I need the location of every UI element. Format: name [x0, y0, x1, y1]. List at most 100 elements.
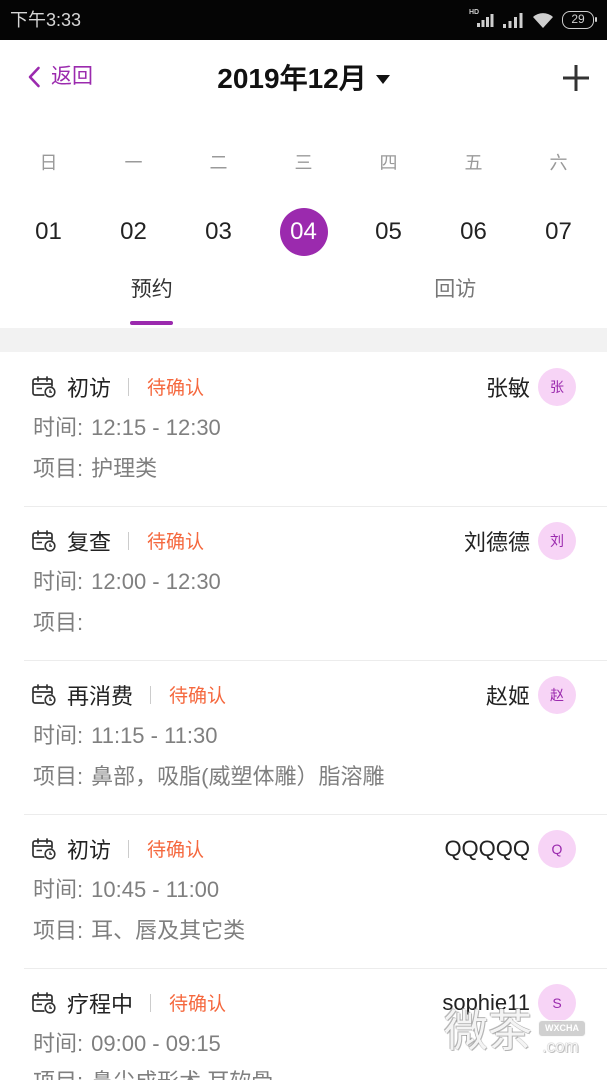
calendar-clock-icon [32, 991, 56, 1014]
appointment-card[interactable]: 再消费 待确认 赵姬 赵 时间: 11:15 - 11:30 项目: 鼻部，吸脂(威… [0, 660, 607, 814]
customer-name: 张敏 [485, 375, 530, 401]
weekday-label: 四 [379, 153, 398, 173]
time-row: 时间: 12:00 - 12:30 [0, 561, 607, 602]
calendar-clock-icon [32, 683, 56, 706]
customer-name: 赵姬 [485, 683, 530, 709]
signal-icon [502, 11, 524, 29]
date-number[interactable]: 05 [365, 208, 413, 256]
time-row: 时间: 10:45 - 11:00 [0, 869, 607, 910]
month-picker[interactable]: 2019年12月 [0, 62, 607, 96]
project-row: 项目: 护理类 [0, 448, 607, 489]
tab-label: 预约 [130, 278, 173, 301]
divider [150, 993, 152, 1012]
watermark-suffix: .com [542, 1037, 579, 1056]
project-label: 项目: [33, 918, 84, 943]
customer-name: 刘德德 [463, 529, 530, 555]
status-bar: 下午3:33 HD 29 [0, 0, 607, 40]
project-label: 项目: [33, 1064, 83, 1080]
project-label: 项目: [33, 456, 84, 481]
appointment-type: 初访 [67, 837, 112, 863]
customer-name: QQQQQ [444, 835, 530, 861]
appointment-card[interactable]: 复查 待确认 刘德德 刘 时间: 12:00 - 12:30 项目: [0, 506, 607, 660]
weekday-label: 日 [39, 153, 58, 173]
time-value: 12:15 - 12:30 [91, 415, 221, 440]
date-cell[interactable]: 05 [346, 208, 431, 256]
card-header-row: 复查 待确认 刘德德 刘 [0, 520, 607, 561]
status-badge: 待确认 [147, 532, 205, 553]
card-header-row: 初访 待确认 QQQQQ Q [0, 828, 607, 869]
calendar-clock-icon [32, 375, 56, 398]
divider [128, 531, 130, 550]
weekday-label: 五 [464, 153, 483, 173]
weekday-label: 一 [124, 153, 143, 173]
calendar-clock-icon [32, 837, 56, 860]
time-row: 时间: 12:15 - 12:30 [0, 407, 607, 448]
date-number[interactable]: 07 [535, 208, 583, 256]
time-value: 11:15 - 11:30 [91, 723, 218, 748]
date-number[interactable]: 04 [279, 208, 328, 256]
calendar-clock-icon [32, 529, 56, 552]
divider [150, 685, 152, 704]
date-number[interactable]: 01 [25, 208, 73, 256]
tab-follow-up[interactable]: 回访 [304, 262, 607, 328]
status-badge: 待确认 [147, 840, 205, 861]
signal-hd-icon: HD [469, 9, 494, 29]
project-label: 项目: [33, 610, 84, 635]
add-button[interactable] [562, 64, 590, 92]
date-cell[interactable]: 07 [516, 208, 601, 256]
date-cell[interactable]: 06 [431, 208, 516, 256]
date-row: 01 02 03 04 05 06 07 [6, 208, 601, 256]
date-cell[interactable]: 03 [176, 208, 261, 256]
project-row: 项目: 耳、唇及其它类 [0, 910, 607, 951]
divider [128, 839, 130, 858]
plus-icon [563, 65, 589, 91]
appointment-type: 初访 [67, 375, 112, 401]
section-divider [0, 328, 607, 352]
battery-icon: 29 [562, 11, 597, 29]
appointment-list: 初访 待确认 张敏 张 时间: 12:15 - 12:30 项目: 护理类 复查… [0, 352, 607, 1080]
appointment-type: 复查 [67, 529, 112, 555]
project-value: 耳、唇及其它类 [91, 918, 246, 943]
watermark-logo: 微茶 [444, 1007, 532, 1056]
project-value: 护理类 [91, 456, 158, 481]
project-label: 项目: [33, 764, 84, 789]
tab-bar: 预约 回访 [0, 262, 607, 328]
date-cell[interactable]: 02 [91, 208, 176, 256]
avatar: 赵 [538, 675, 576, 714]
time-label: 时间: [33, 1031, 84, 1056]
status-badge: 待确认 [147, 378, 205, 399]
page-title: 2019年12月 [217, 63, 367, 94]
weekday-header: 日 一 二 三 四 五 六 [6, 150, 601, 176]
status-icons: HD 29 [469, 9, 597, 29]
date-number[interactable]: 06 [450, 208, 498, 256]
tab-appointments[interactable]: 预约 [0, 262, 304, 328]
time-row: 时间: 11:15 - 11:30 [0, 715, 607, 756]
caret-down-icon [375, 74, 390, 84]
divider [128, 377, 130, 396]
active-tab-indicator [130, 321, 174, 325]
time-value: 10:45 - 11:00 [91, 877, 220, 902]
weekday-label: 六 [549, 153, 568, 173]
appointment-type: 疗程中 [67, 991, 134, 1017]
project-row: 项目: 鼻尖成形术 耳软骨 [0, 1064, 607, 1080]
date-cell[interactable]: 04 [261, 208, 346, 256]
time-label: 时间: [33, 723, 84, 748]
appointment-card[interactable]: 初访 待确认 张敏 张 时间: 12:15 - 12:30 项目: 护理类 [0, 352, 607, 506]
time-label: 时间: [33, 415, 84, 440]
avatar: Q [538, 829, 576, 868]
time-value: 12:00 - 12:30 [91, 569, 221, 594]
battery-level: 29 [571, 12, 585, 26]
time-value: 09:00 - 09:15 [91, 1031, 221, 1056]
weekday-label: 二 [209, 153, 228, 173]
project-row: 项目: 鼻部，吸脂(威塑体雕）脂溶雕 [0, 756, 607, 797]
project-row: 项目: [0, 602, 607, 643]
date-number[interactable]: 03 [195, 208, 243, 256]
status-badge: 待确认 [169, 994, 227, 1015]
appointment-card[interactable]: 初访 待确认 QQQQQ Q 时间: 10:45 - 11:00 项目: 耳、唇及其… [0, 814, 607, 968]
appointment-type: 再消费 [67, 683, 134, 709]
tab-label: 回访 [434, 278, 477, 301]
project-value: 鼻尖成形术 耳软骨 [91, 1064, 273, 1080]
date-number[interactable]: 02 [110, 208, 158, 256]
date-cell[interactable]: 01 [6, 208, 91, 256]
time-label: 时间: [33, 877, 84, 902]
